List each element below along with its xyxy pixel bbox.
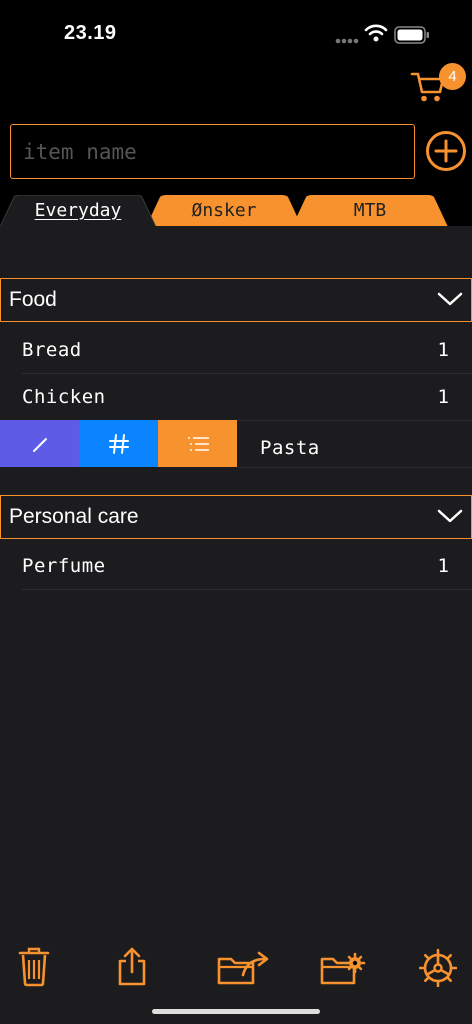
chevron-down-icon[interactable] [437,508,463,524]
pencil-icon [33,438,47,452]
add-item-button[interactable] [425,130,467,172]
item-name: Pasta [260,437,320,459]
item-qty: 1 [437,555,449,577]
list-item[interactable]: Perfume 1 [22,543,472,590]
trash-icon[interactable] [17,945,51,987]
hash-icon [109,434,129,454]
tab-label: Everyday [34,200,122,221]
list-tabs: MTB Ønsker Everyday [0,190,472,227]
battery-icon [394,26,429,44]
tab-label: Ønsker [191,200,257,221]
item-name: Bread [22,339,82,361]
folder-export-icon[interactable] [217,945,275,987]
list-icon [188,437,209,451]
item-qty: 1 [437,386,449,408]
section-title: Personal care [9,505,139,528]
item-name: Chicken [22,386,106,408]
cellular-dots-icon [335,38,359,44]
chevron-down-icon[interactable] [437,291,463,307]
tab-label: MTB [353,200,387,221]
wifi-icon [364,24,388,42]
bottom-toolbar [0,945,472,995]
section-header-food[interactable]: Food [0,278,472,322]
divider [238,467,472,468]
item-name: Perfume [22,555,106,577]
status-time: 23.19 [64,22,117,44]
item-name-input[interactable] [10,124,415,179]
cart-badge: 4 [439,63,466,90]
list-item[interactable]: Chicken 1 [22,374,472,421]
move-category-action-button[interactable] [158,420,237,467]
list-item-swiped[interactable]: Pasta [0,420,472,467]
edit-action-button[interactable] [0,420,79,467]
folder-settings-icon[interactable] [320,945,366,987]
list-item[interactable]: Bread 1 [22,327,472,374]
tab-onsker[interactable]: Ønsker [146,195,302,227]
share-icon[interactable] [116,945,148,987]
tab-mtb[interactable]: MTB [292,195,448,227]
settings-gear-icon[interactable] [419,945,457,987]
home-indicator [152,1009,320,1014]
status-bar: 23.19 [0,0,472,70]
section-header-personal-care[interactable]: Personal care [0,495,472,539]
tab-everyday[interactable]: Everyday [0,195,156,227]
item-qty: 1 [437,339,449,361]
quantity-action-button[interactable] [79,420,158,467]
section-title: Food [9,288,57,311]
